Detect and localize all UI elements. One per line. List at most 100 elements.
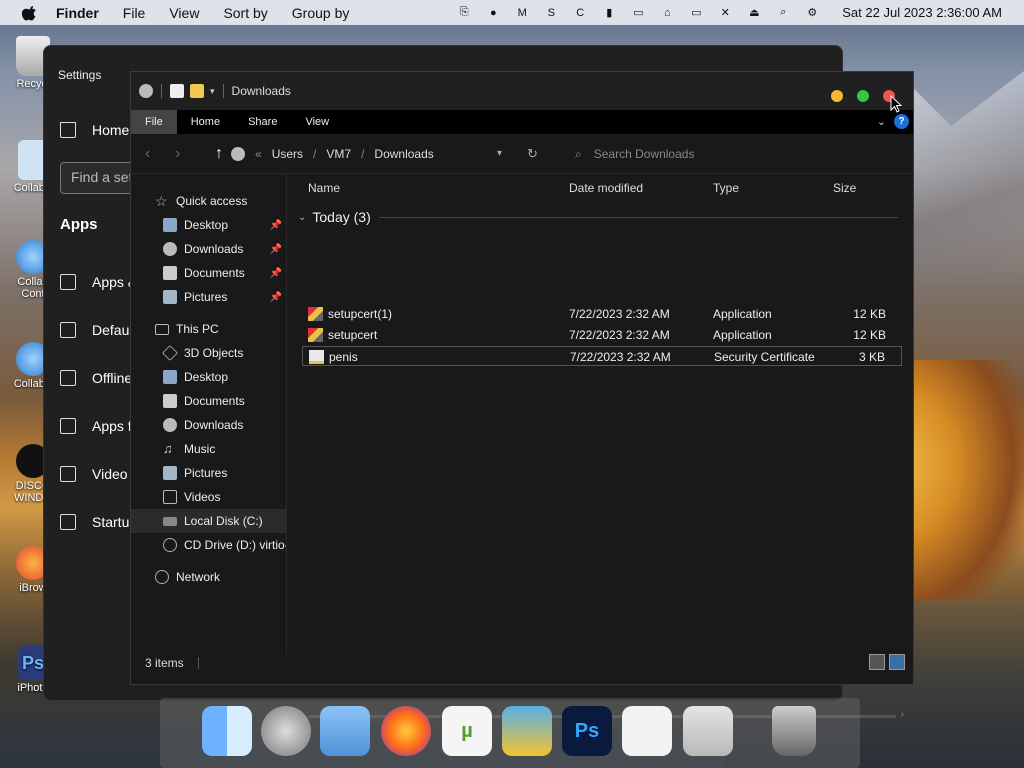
tab-file[interactable]: File — [131, 110, 177, 134]
menu-file[interactable]: File — [123, 5, 146, 21]
settings-apps-heading: Apps — [60, 216, 98, 233]
photoshop-icon[interactable]: Ps — [562, 706, 612, 756]
menu-view[interactable]: View — [169, 5, 199, 21]
customize-toolbar-icon[interactable]: ▾ — [210, 86, 215, 97]
folder-icon[interactable] — [320, 706, 370, 756]
sidebar-item-pc-documents[interactable]: Documents — [131, 389, 286, 413]
sidebar-item-label: 3D Objects — [184, 346, 244, 360]
column-date-modified[interactable]: Date modified — [569, 181, 643, 195]
trash-icon[interactable] — [772, 706, 816, 756]
sidebar-item-cd-drive[interactable]: CD Drive (D:) virtio- — [131, 533, 286, 557]
firefox-icon[interactable] — [381, 706, 431, 756]
finder-icon[interactable] — [202, 706, 252, 756]
sidebar-item-label: Quick access — [176, 194, 248, 208]
pin-icon: 📌 — [269, 243, 282, 255]
breadcrumb[interactable]: « Users / VM7 / Downloads — [231, 146, 434, 161]
mute-icon[interactable]: ✕ — [716, 6, 734, 20]
sidebar-item-downloads[interactable]: Downloads 📌 — [131, 237, 286, 261]
large-icons-view-icon[interactable] — [889, 654, 905, 670]
tab-home[interactable]: Home — [177, 110, 234, 134]
explorer-titlebar[interactable]: ▾ Downloads — [131, 72, 913, 110]
scroll-right-icon[interactable]: › — [901, 709, 904, 720]
up-button[interactable]: ↑ — [215, 145, 223, 163]
toolbar-separator — [222, 84, 224, 98]
sidebar-item-quick-access[interactable]: ☆ Quick access — [131, 189, 286, 213]
search-icon[interactable]: ⌕ — [774, 6, 792, 20]
storage-icon[interactable]: ⌂ — [658, 6, 676, 20]
forward-button[interactable]: › — [175, 145, 191, 163]
tab-view[interactable]: View — [291, 110, 343, 134]
file-name: setupcert(1) — [328, 307, 393, 321]
breadcrumb-users[interactable]: Users — [272, 147, 303, 161]
settings-icon[interactable] — [683, 706, 733, 756]
apple-menu-icon[interactable] — [22, 5, 38, 21]
clipboard-icon[interactable]: ⎘ — [455, 6, 473, 20]
sidebar-item-videos[interactable]: Videos — [131, 485, 286, 509]
sidebar-item-3d-objects[interactable]: 3D Objects — [131, 341, 286, 365]
cd-icon — [163, 538, 177, 552]
group-header[interactable]: ⌄ Today (3) — [298, 209, 898, 225]
disk-icon[interactable]: S — [542, 6, 560, 20]
eject-icon[interactable]: ⏏ — [745, 6, 763, 20]
breadcrumb-overflow[interactable]: « — [255, 147, 262, 161]
sidebar-item-pc-pictures[interactable]: Pictures — [131, 461, 286, 485]
launchpad-icon[interactable] — [261, 706, 311, 756]
downloads-location-icon — [231, 146, 245, 161]
downloads-icon — [163, 242, 177, 256]
utorrent-icon[interactable]: µ — [442, 706, 492, 756]
menu-sort-by[interactable]: Sort by — [223, 5, 267, 21]
help-icon[interactable]: ? — [894, 114, 909, 129]
memory-icon[interactable]: M — [513, 6, 531, 20]
apple-icon[interactable] — [622, 706, 672, 756]
download-icon[interactable] — [139, 84, 153, 98]
tab-share[interactable]: Share — [234, 110, 291, 134]
sidebar-item-documents[interactable]: Documents 📌 — [131, 261, 286, 285]
app-icon[interactable] — [502, 706, 552, 756]
breadcrumb-downloads[interactable]: Downloads — [374, 147, 433, 161]
new-folder-icon[interactable] — [190, 84, 204, 98]
sidebar-item-pc-downloads[interactable]: Downloads — [131, 413, 286, 437]
sidebar-item-pictures[interactable]: Pictures 📌 — [131, 285, 286, 309]
cpu-icon[interactable]: C — [571, 6, 589, 20]
breadcrumb-separator: / — [313, 146, 317, 161]
menu-app-name[interactable]: Finder — [56, 5, 99, 21]
window-controls — [831, 90, 895, 102]
monitor-icon[interactable]: ▭ — [687, 6, 705, 20]
menu-group-by[interactable]: Group by — [292, 5, 350, 21]
sidebar-item-local-disk[interactable]: Local Disk (C:) — [131, 509, 286, 533]
table-row[interactable]: penis 7/22/2023 2:32 AM Security Certifi… — [302, 346, 902, 366]
display-icon[interactable]: ▭ — [629, 6, 647, 20]
sidebar-item-label: This PC — [176, 322, 219, 336]
column-size[interactable]: Size — [833, 181, 856, 195]
details-view-icon[interactable] — [869, 654, 885, 670]
sidebar-item-network[interactable]: Network — [131, 565, 286, 589]
maximize-button[interactable] — [857, 90, 869, 102]
column-type[interactable]: Type — [713, 181, 739, 195]
file-type: Application — [713, 307, 772, 321]
navigation-pane: ☆ Quick access Desktop 📌 Downloads 📌 Doc… — [131, 175, 287, 655]
view-toggle — [869, 654, 905, 670]
sidebar-item-label: Desktop — [184, 370, 229, 384]
documents-icon — [163, 394, 177, 408]
sidebar-item-music[interactable]: ♫ Music — [131, 437, 286, 461]
expand-ribbon-icon[interactable]: ⌄ — [877, 115, 886, 128]
address-dropdown-icon[interactable]: ▾ — [497, 148, 502, 159]
sidebar-item-label: Pictures — [184, 290, 228, 304]
refresh-icon[interactable]: ↻ — [527, 146, 538, 162]
column-name[interactable]: Name — [308, 181, 340, 195]
sidebar-item-pc-desktop[interactable]: Desktop — [131, 365, 286, 389]
table-row[interactable]: setupcert(1) 7/22/2023 2:32 AM Applicati… — [302, 304, 902, 324]
sidebar-item-this-pc[interactable]: This PC — [131, 317, 286, 341]
back-button[interactable]: ‹ — [145, 145, 161, 163]
battery-icon[interactable]: ▮ — [600, 6, 618, 20]
sync-icon[interactable]: ● — [484, 6, 502, 20]
table-row[interactable]: setupcert 7/22/2023 2:32 AM Application … — [302, 325, 902, 345]
menu-clock[interactable]: Sat 22 Jul 2023 2:36:00 AM — [842, 5, 1002, 20]
minimize-button[interactable] — [831, 90, 843, 102]
star-icon: ☆ — [155, 193, 168, 209]
control-center-icon[interactable]: ⚙ — [803, 6, 821, 20]
properties-icon[interactable] — [170, 84, 184, 98]
breadcrumb-vm7[interactable]: VM7 — [326, 147, 351, 161]
search-input[interactable]: ⌕ Search Downloads — [569, 140, 909, 168]
sidebar-item-desktop[interactable]: Desktop 📌 — [131, 213, 286, 237]
